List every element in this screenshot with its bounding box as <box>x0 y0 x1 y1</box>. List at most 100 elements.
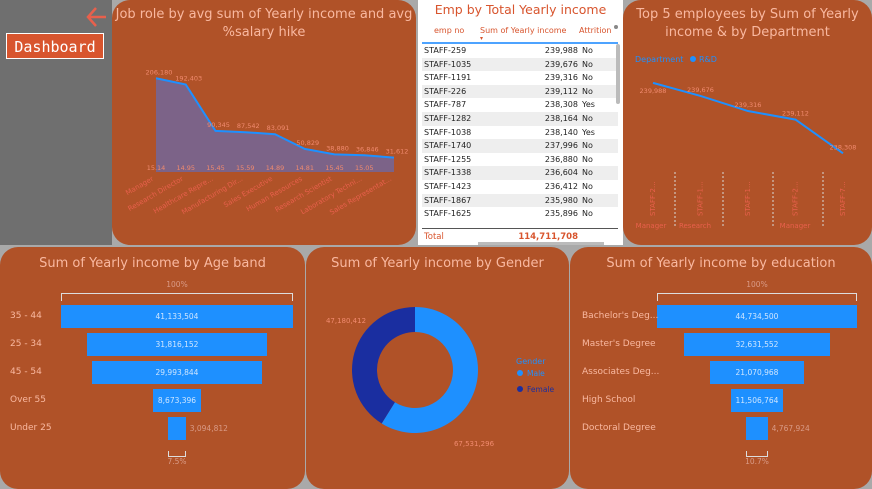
top5-tick-label: STAFF-1... <box>744 181 752 216</box>
row-emp-no: STAFF-1867 <box>424 195 472 205</box>
funnel-category-label: Under 25 <box>10 423 52 433</box>
gender-card: Sum of Yearly income by Gender 67,531,29… <box>306 247 569 489</box>
table-row[interactable]: STAFF-226 239,112 No <box>422 84 618 99</box>
table-header: emp no Sum of Yearly income ▾ Attrition <box>422 22 618 44</box>
funnel-bar[interactable]: 31,816,152 <box>87 333 267 356</box>
income-data-label: 206,180 <box>146 68 173 76</box>
scale-label: 100% <box>746 280 768 289</box>
top5-tick-label: STAFF-1... <box>697 181 705 216</box>
header-emp-no[interactable]: emp no <box>434 26 464 35</box>
row-attrition: No <box>582 59 593 69</box>
funnel-category-label: Master's Degree <box>582 339 656 349</box>
funnel-bar[interactable]: 21,070,968 <box>709 361 805 384</box>
table-row[interactable]: STAFF-1038 238,140 Yes <box>422 125 618 140</box>
total-label: Total <box>424 232 444 242</box>
row-attrition: No <box>582 46 593 55</box>
horizontal-scrollbar[interactable] <box>478 242 604 245</box>
income-data-label: 192,403 <box>175 75 202 83</box>
top5-tick-label: STAFF-7... <box>839 181 847 216</box>
funnel-value-label: 21,070,968 <box>735 368 779 377</box>
table-row[interactable]: STAFF-1423 236,412 No <box>422 179 618 194</box>
table-row[interactable]: STAFF-259 239,988 No <box>422 44 618 58</box>
row-emp-no: STAFF-1282 <box>424 113 472 123</box>
top5-tick-label: STAFF-2... <box>649 181 657 216</box>
salary-hike-data-label: 15.14 <box>147 164 166 172</box>
row-emp-no: STAFF-259 <box>424 46 467 55</box>
row-emp-no: STAFF-1338 <box>424 168 472 178</box>
scale-bracket <box>657 293 857 301</box>
row-attrition: Yes <box>582 127 595 137</box>
row-attrition: No <box>582 168 593 178</box>
income-data-label: 50,829 <box>296 139 319 147</box>
funnel-bar[interactable]: 11,506,764 <box>731 389 783 412</box>
funnel-category-label: Bachelor's Deg... <box>582 311 659 321</box>
row-emp-no: STAFF-787 <box>424 100 467 110</box>
row-emp-no: STAFF-1035 <box>424 59 472 69</box>
row-income: 235,896 <box>544 209 578 219</box>
funnel-bar[interactable]: 8,673,396 <box>152 389 202 412</box>
row-emp-no: STAFF-1191 <box>424 73 472 83</box>
education-title: Sum of Yearly income by education <box>606 256 836 271</box>
job-role-card: Job role by avg sum of Yearly income and… <box>112 0 416 245</box>
funnel-bar[interactable]: 32,631,552 <box>684 333 830 356</box>
gender-legend-item[interactable]: Female <box>527 385 555 394</box>
gender-legend-item[interactable]: Male <box>527 369 545 378</box>
row-attrition: No <box>582 209 593 219</box>
salary-hike-data-label: 15.45 <box>325 164 344 172</box>
row-income: 238,308 <box>544 100 578 110</box>
row-income: 238,140 <box>544 127 578 137</box>
scale-bracket <box>61 293 293 301</box>
table-row[interactable]: STAFF-1740 237,996 No <box>422 139 618 153</box>
vertical-scrollbar[interactable] <box>616 44 620 104</box>
job-role-title-line1: Job role by avg sum of Yearly income and… <box>115 7 413 22</box>
funnel-bar[interactable]: 44,734,500 <box>657 305 857 328</box>
table-row[interactable]: STAFF-1867 235,980 No <box>422 193 618 208</box>
row-attrition: No <box>582 154 593 164</box>
funnel-category-label: Associates Deg... <box>582 367 660 377</box>
table-row[interactable]: STAFF-1255 236,880 No <box>422 152 618 167</box>
male-value-label: 67,531,296 <box>454 440 495 448</box>
row-attrition: No <box>582 113 593 123</box>
funnel-value-label: 3,094,812 <box>189 424 228 433</box>
funnel-value-label: 11,506,764 <box>735 396 779 405</box>
funnel-value-label: 41,133,504 <box>155 312 199 321</box>
table-row[interactable]: STAFF-1338 236,604 No <box>422 166 618 180</box>
income-data-label: 36,846 <box>356 145 379 153</box>
income-data-label: 90,345 <box>207 121 230 129</box>
salary-hike-data-label: 15.59 <box>236 164 255 172</box>
gender-donut-chart: 67,531,296 47,180,412 Gender Male Female <box>326 307 555 448</box>
row-income: 239,988 <box>544 46 578 55</box>
top5-tick-label: STAFF-2... <box>792 181 800 216</box>
header-attrition[interactable]: Attrition <box>579 26 618 35</box>
funnel-category-label: Doctoral Degree <box>582 423 656 433</box>
education-card: Sum of Yearly income by education 100% 44… <box>570 247 872 489</box>
top5-data-label: 239,676 <box>687 86 714 94</box>
row-income: 237,996 <box>544 141 578 151</box>
row-income: 236,412 <box>544 181 578 191</box>
table-row[interactable]: STAFF-1191 239,316 No <box>422 71 618 85</box>
legend-title: Department <box>635 55 683 64</box>
row-emp-no: STAFF-1038 <box>424 127 472 137</box>
funnel-bar[interactable]: 29,993,844 <box>92 361 262 384</box>
funnel-bar[interactable]: 41,133,504 <box>61 305 293 328</box>
legend-item[interactable]: R&D <box>699 55 717 64</box>
education-funnel-chart: 100% 44,734,500 Bachelor's Deg... 32,631,55… <box>570 277 872 489</box>
group-label: Research <box>679 222 711 230</box>
back-arrow-icon[interactable] <box>84 4 110 30</box>
row-emp-no: STAFF-1625 <box>424 209 472 219</box>
table-row[interactable]: STAFF-1035 239,676 No <box>422 57 618 72</box>
top5-data-label: 239,316 <box>735 101 762 109</box>
funnel-bar[interactable]: 4,767,924 <box>746 417 810 440</box>
funnel-value-label: 4,767,924 <box>771 424 810 433</box>
funnel-value-label: 8,673,396 <box>157 396 197 405</box>
table-row[interactable]: STAFF-787 238,308 Yes <box>422 98 618 112</box>
income-data-label: 87,542 <box>237 122 260 130</box>
table-row[interactable]: STAFF-1282 238,164 No <box>422 111 618 126</box>
funnel-bar[interactable]: 3,094,812 <box>168 417 228 440</box>
job-role-chart: 206,180192,403 90,345 87,542 83,091 50,829 38… <box>124 68 408 216</box>
group-label: Manager <box>780 222 811 230</box>
top5-data-label: 239,988 <box>640 87 667 95</box>
table-row[interactable]: STAFF-1625 235,896 No <box>422 207 618 221</box>
header-yearly-income[interactable]: Sum of Yearly income <box>480 26 566 35</box>
dashboard-button[interactable]: Dashboard <box>6 33 104 59</box>
